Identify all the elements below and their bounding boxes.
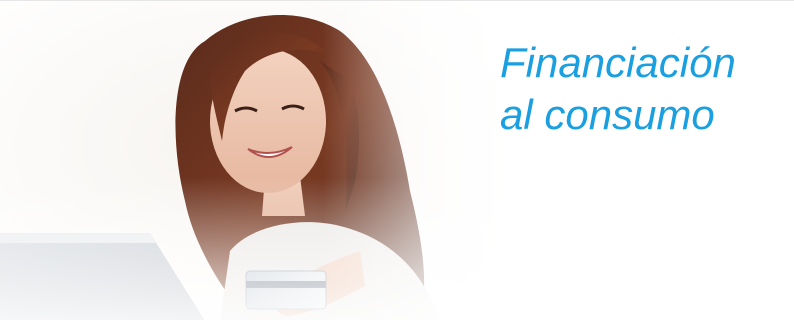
- promo-banner: Financiación al consumo: [0, 0, 794, 320]
- headline: Financiación al consumo: [500, 37, 736, 141]
- headline-line-2: al consumo: [500, 91, 715, 138]
- headline-line-1: Financiación: [500, 39, 736, 86]
- hero-photo: [0, 1, 520, 320]
